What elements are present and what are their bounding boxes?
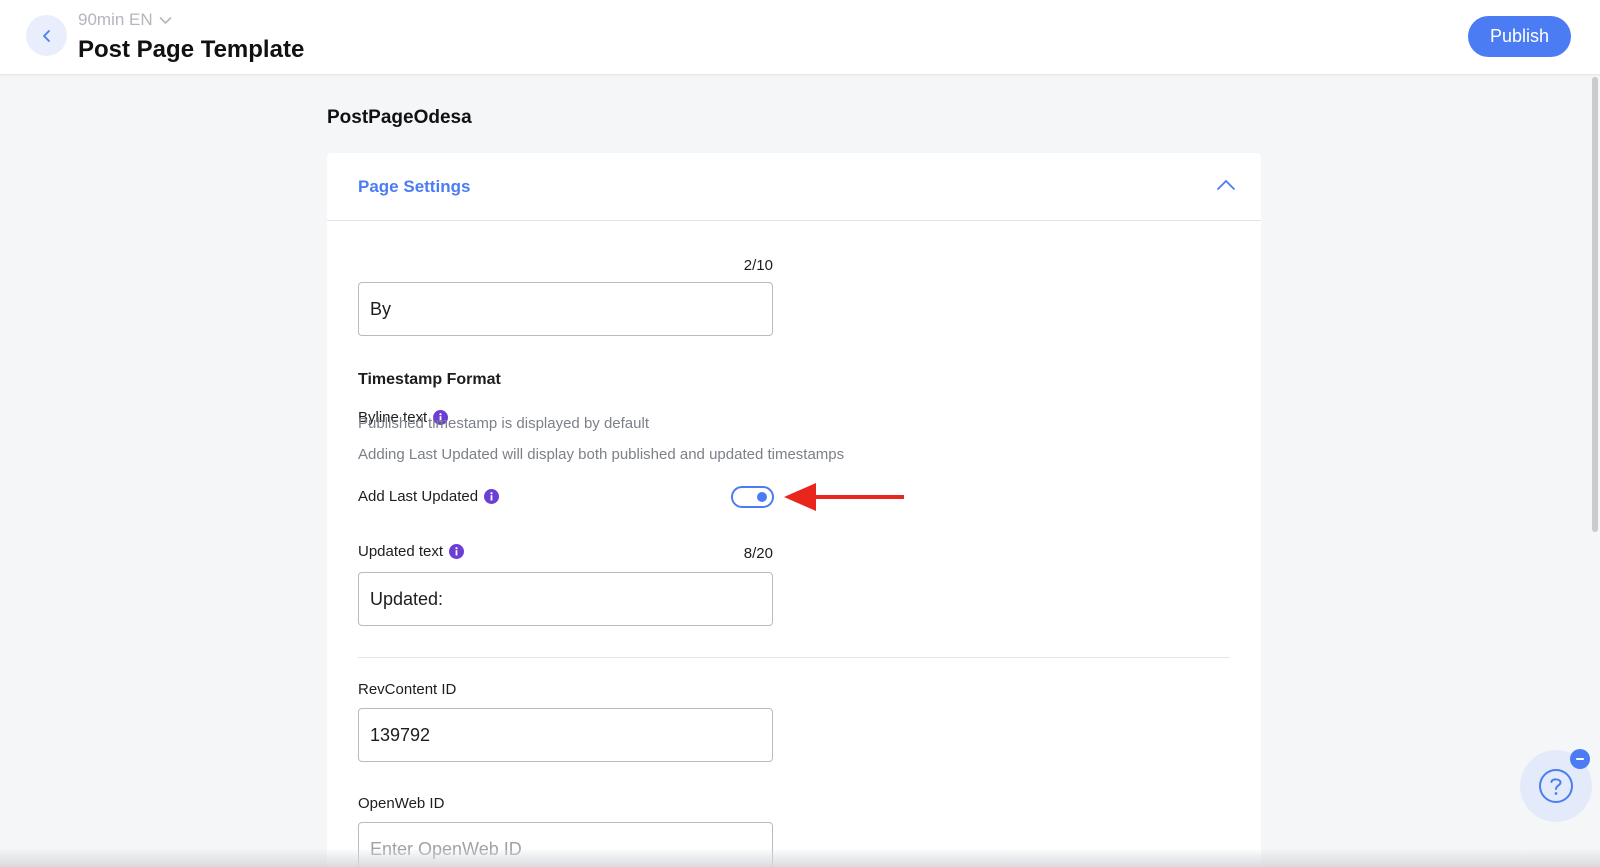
openweb-label: OpenWeb ID xyxy=(358,795,445,812)
red-arrow-annotation xyxy=(784,483,904,511)
timestamp-helper-default: Published timestamp is displayed by defa… xyxy=(358,415,649,432)
info-icon[interactable] xyxy=(484,489,500,504)
site-switcher[interactable]: 90min EN xyxy=(78,10,172,30)
toggle-knob xyxy=(757,492,767,502)
revcontent-label: RevContent ID xyxy=(358,681,457,698)
updated-text-counter: 8/20 xyxy=(743,545,773,562)
page-settings-header[interactable]: Page Settings xyxy=(327,153,1261,221)
page-title: Post Page Template xyxy=(78,36,305,63)
updated-text-label: Updated text xyxy=(358,543,444,560)
add-last-updated-label: Add Last Updated xyxy=(358,488,479,505)
timestamp-helper-updated: Adding Last Updated will display both pu… xyxy=(358,446,845,463)
template-name: PostPageOdesa xyxy=(327,107,472,128)
updated-text-label-row: Updated text xyxy=(358,543,465,560)
bottom-edge-shadow xyxy=(0,850,1600,867)
question-icon xyxy=(1539,769,1573,803)
timestamp-format-title: Timestamp Format xyxy=(358,371,501,388)
chevron-down-icon xyxy=(159,16,171,24)
info-icon[interactable] xyxy=(449,544,465,559)
site-name: 90min EN xyxy=(78,10,153,29)
top-bar: 90min EN Post Page Template Publish xyxy=(0,0,1600,75)
chevron-left-icon xyxy=(42,29,50,42)
back-button[interactable] xyxy=(26,15,67,56)
minimize-help-button[interactable] xyxy=(1570,749,1590,769)
revcontent-input[interactable] xyxy=(358,708,773,762)
publish-button[interactable]: Publish xyxy=(1468,16,1571,57)
chevron-up-icon[interactable] xyxy=(1216,178,1236,192)
section-divider xyxy=(358,657,1230,658)
byline-input[interactable] xyxy=(358,282,773,336)
add-last-updated-toggle[interactable] xyxy=(731,486,774,508)
page-settings-card: Page Settings Byline text 2/10 Timestamp… xyxy=(327,153,1261,867)
minus-icon xyxy=(1576,758,1584,760)
updated-text-input[interactable] xyxy=(358,572,773,626)
byline-counter: 2/10 xyxy=(743,257,773,274)
scrollbar-thumb[interactable] xyxy=(1592,77,1598,532)
page-settings-title: Page Settings xyxy=(358,177,471,196)
add-last-updated-row: Add Last Updated xyxy=(358,488,500,505)
